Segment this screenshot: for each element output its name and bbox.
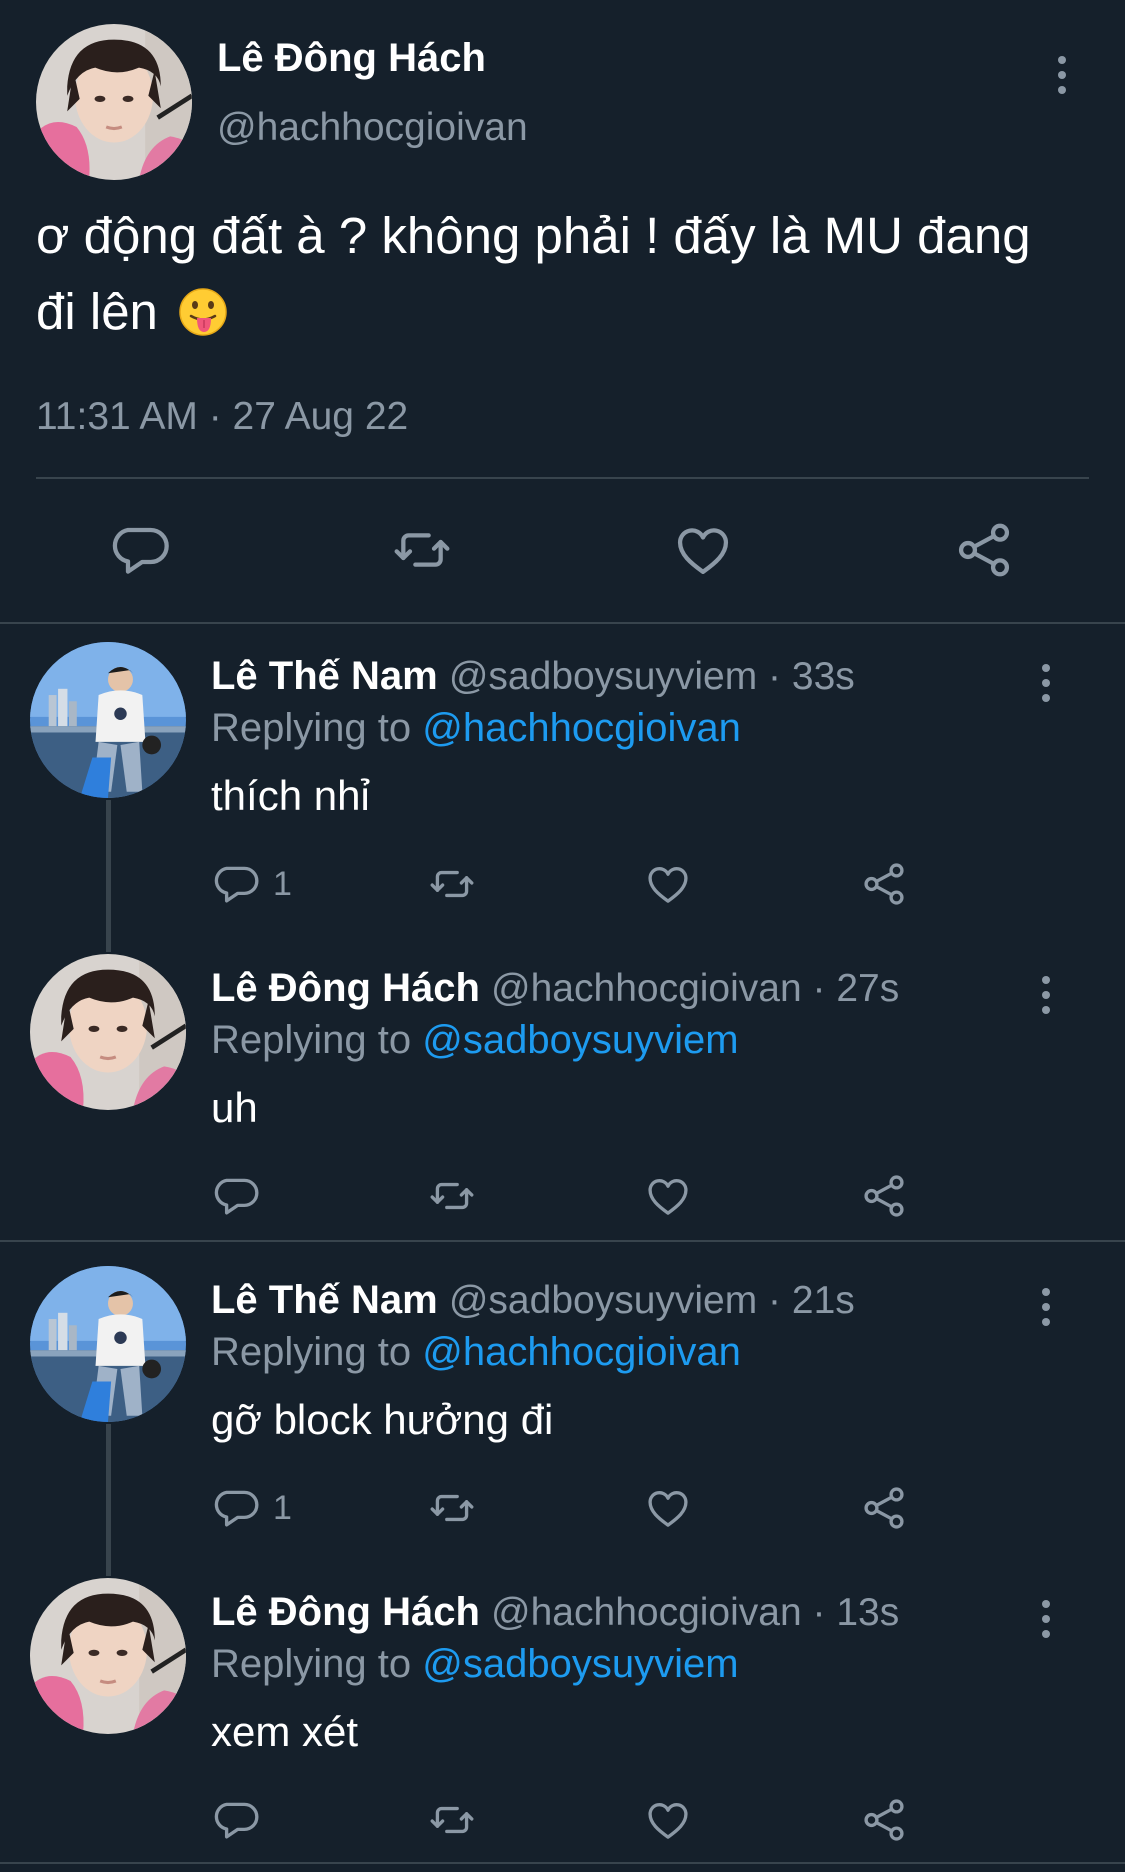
replying-to: Replying to @sadboysuyviem bbox=[211, 1640, 739, 1688]
more-options-icon[interactable] bbox=[1056, 56, 1068, 94]
replying-to-mention[interactable]: @hachhocgioivan bbox=[422, 706, 741, 750]
replying-to-mention[interactable]: @hachhocgioivan bbox=[422, 1330, 741, 1374]
reply-handle-time[interactable]: @hachhocgioivan · 13s bbox=[491, 1591, 899, 1634]
reply-button[interactable] bbox=[211, 1792, 273, 1848]
reply-avatar[interactable] bbox=[30, 1266, 186, 1422]
reply-header: Lê Đông Hách @hachhocgioivan · 27s bbox=[211, 964, 899, 1013]
reply-handle-time[interactable]: @hachhocgioivan · 27s bbox=[491, 967, 899, 1010]
reply-header: Lê Thế Nam @sadboysuyviem · 33s bbox=[211, 652, 855, 701]
reply-header: Lê Thế Nam @sadboysuyviem · 21s bbox=[211, 1276, 855, 1325]
divider bbox=[36, 477, 1089, 479]
reply-tweet[interactable]: Lê Đông Hách @hachhocgioivan · 27s Reply… bbox=[0, 936, 1125, 1248]
reply-count: 1 bbox=[273, 1488, 292, 1527]
retweet-button[interactable] bbox=[390, 518, 454, 582]
reply-handle-time[interactable]: @sadboysuyviem · 33s bbox=[449, 655, 855, 698]
like-button[interactable] bbox=[643, 1792, 693, 1848]
like-icon bbox=[671, 518, 735, 582]
like-icon bbox=[643, 1483, 693, 1533]
reply-icon bbox=[211, 1483, 261, 1533]
replying-to-label: Replying to bbox=[211, 1018, 423, 1062]
share-icon bbox=[859, 859, 909, 909]
reply-tweet[interactable]: Lê Thế Nam @sadboysuyviem · 33s Replying… bbox=[0, 624, 1125, 936]
author-avatar[interactable] bbox=[36, 24, 192, 180]
share-icon bbox=[952, 518, 1016, 582]
reply-button[interactable] bbox=[108, 518, 172, 582]
retweet-button[interactable] bbox=[427, 856, 477, 912]
replying-to-label: Replying to bbox=[211, 706, 423, 750]
replying-to: Replying to @hachhocgioivan bbox=[211, 1328, 741, 1376]
reply-author-name[interactable]: Lê Thế Nam bbox=[211, 654, 438, 698]
more-options-icon[interactable] bbox=[1040, 664, 1052, 702]
reply-author-name[interactable]: Lê Đông Hách bbox=[211, 966, 480, 1010]
more-options-icon[interactable] bbox=[1040, 1600, 1052, 1638]
retweet-icon bbox=[427, 1483, 477, 1533]
author-name[interactable]: Lê Đông Hách bbox=[217, 36, 486, 81]
tweet-timestamp[interactable]: 11:31 AM · 27 Aug 22 bbox=[36, 395, 408, 439]
reply-button[interactable] bbox=[211, 1168, 273, 1224]
reply-icon bbox=[211, 859, 261, 909]
like-button[interactable] bbox=[643, 1480, 693, 1536]
replying-to-mention[interactable]: @sadboysuyviem bbox=[422, 1018, 738, 1062]
reply-avatar[interactable] bbox=[30, 954, 186, 1110]
reply-handle-time[interactable]: @sadboysuyviem · 21s bbox=[449, 1279, 855, 1322]
replying-to-label: Replying to bbox=[211, 1330, 423, 1374]
retweet-icon bbox=[427, 1795, 477, 1845]
more-options-icon[interactable] bbox=[1040, 976, 1052, 1014]
retweet-button[interactable] bbox=[427, 1480, 477, 1536]
share-icon bbox=[859, 1171, 909, 1221]
retweet-icon bbox=[390, 518, 454, 582]
replying-to-mention[interactable]: @sadboysuyviem bbox=[422, 1642, 738, 1686]
face-with-tongue-emoji bbox=[178, 287, 228, 337]
reply-header: Lê Đông Hách @hachhocgioivan · 13s bbox=[211, 1588, 899, 1637]
replying-to-label: Replying to bbox=[211, 1642, 423, 1686]
reply-icon bbox=[211, 1171, 261, 1221]
share-icon bbox=[859, 1483, 909, 1533]
reply-icon bbox=[108, 518, 172, 582]
reply-text: xem xét bbox=[211, 1708, 359, 1755]
share-button[interactable] bbox=[859, 1480, 909, 1536]
reply-icon bbox=[211, 1795, 261, 1845]
reply-button[interactable]: 1 bbox=[211, 1480, 292, 1536]
like-icon bbox=[643, 1795, 693, 1845]
like-icon bbox=[643, 1171, 693, 1221]
retweet-button[interactable] bbox=[427, 1168, 477, 1224]
share-button[interactable] bbox=[952, 518, 1016, 582]
reply-count: 1 bbox=[273, 864, 292, 903]
author-handle[interactable]: @hachhocgioivan bbox=[217, 106, 528, 150]
retweet-button[interactable] bbox=[427, 1792, 477, 1848]
replying-to: Replying to @hachhocgioivan bbox=[211, 704, 741, 752]
reply-text: gỡ block hưởng đi bbox=[211, 1396, 554, 1443]
like-button[interactable] bbox=[643, 1168, 693, 1224]
share-button[interactable] bbox=[859, 1792, 909, 1848]
share-button[interactable] bbox=[859, 856, 909, 912]
reply-author-name[interactable]: Lê Thế Nam bbox=[211, 1278, 438, 1322]
like-button[interactable] bbox=[671, 518, 735, 582]
reply-text: uh bbox=[211, 1084, 258, 1131]
like-button[interactable] bbox=[643, 856, 693, 912]
reply-button[interactable]: 1 bbox=[211, 856, 292, 912]
reply-tweet[interactable]: Lê Đông Hách @hachhocgioivan · 13s Reply… bbox=[0, 1560, 1125, 1872]
retweet-icon bbox=[427, 1171, 477, 1221]
more-options-icon[interactable] bbox=[1040, 1288, 1052, 1326]
retweet-icon bbox=[427, 859, 477, 909]
reply-tweet[interactable]: Lê Thế Nam @sadboysuyviem · 21s Replying… bbox=[0, 1248, 1125, 1560]
replying-to: Replying to @sadboysuyviem bbox=[211, 1016, 739, 1064]
reply-author-name[interactable]: Lê Đông Hách bbox=[211, 1590, 480, 1634]
like-icon bbox=[643, 859, 693, 909]
reply-avatar[interactable] bbox=[30, 642, 186, 798]
divider bbox=[0, 1240, 1125, 1242]
divider bbox=[0, 1862, 1125, 1864]
reply-avatar[interactable] bbox=[30, 1578, 186, 1734]
share-button[interactable] bbox=[859, 1168, 909, 1224]
share-icon bbox=[859, 1795, 909, 1845]
tweet-text: ơ động đất à ? không phải ! đấy là MU đa… bbox=[36, 198, 1076, 350]
reply-text: thích nhỉ bbox=[211, 772, 370, 819]
